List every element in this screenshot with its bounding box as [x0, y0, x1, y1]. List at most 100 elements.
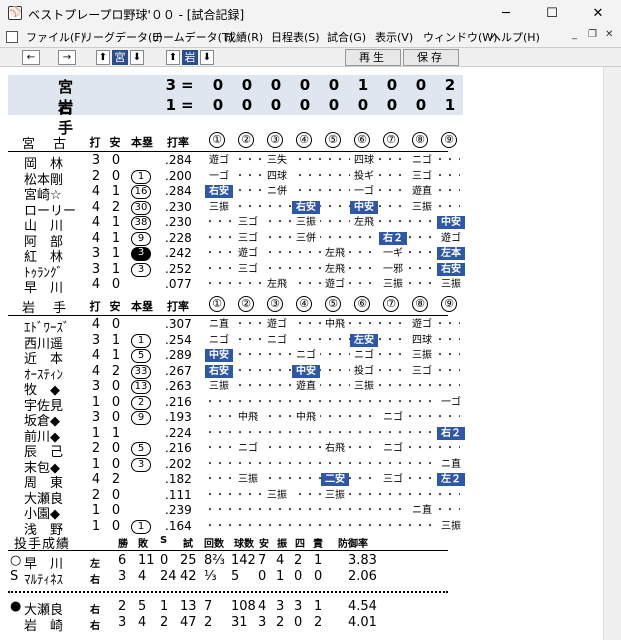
header-avg: 打率 — [167, 300, 189, 313]
menu-schedule[interactable]: 日程表(S) — [271, 29, 320, 45]
menu-file[interactable]: ファイル(F) — [26, 29, 85, 45]
batting-average: .263 — [165, 379, 192, 393]
plate-appearance-result: 遊ゴ — [321, 278, 349, 291]
menu-stats[interactable]: 成績(R) — [225, 29, 263, 45]
menu-team-data[interactable]: チームデータ(T) — [152, 29, 233, 45]
plate-appearance-result: ニゴ — [205, 333, 233, 347]
plate-appearance-result: 四球 — [350, 154, 378, 167]
inning-score: 0 — [299, 96, 311, 114]
home-run-count: 2 — [131, 395, 151, 410]
pitching-stat: 5 — [231, 569, 240, 584]
pitching-header: S — [160, 535, 168, 546]
mdi-restore-button[interactable]: ❐ — [588, 29, 597, 40]
throwing-hand: 右 — [90, 621, 100, 632]
team1-down-button[interactable]: ⬇ — [130, 50, 144, 65]
game-record-panel: 宮古 3 = 0 0 0 0 0 1 0 0 2 岩手 1 = 0 0 0 0 … — [0, 67, 603, 640]
home-run-count: 9 — [131, 231, 151, 246]
scoreboard-equals: = — [181, 96, 194, 114]
team2-up-button[interactable]: ⬆ — [166, 50, 180, 65]
pitching-stat: 31 — [231, 615, 248, 630]
hits: 0 — [111, 456, 121, 472]
plate-appearance-result: 三振 — [408, 349, 436, 362]
batting-average: .284 — [165, 153, 192, 167]
hits: 0 — [111, 277, 121, 292]
at-bats: 2 — [91, 487, 101, 503]
plate-appearance-result: 三ゴ — [234, 262, 262, 276]
plate-appearance-result: 四球 — [263, 169, 291, 183]
menu-view[interactable]: 表示(V) — [375, 29, 413, 45]
pitching-header: 回数 — [204, 539, 224, 550]
menu-league-data[interactable]: リーグデータ(L) — [82, 29, 163, 45]
plate-appearance-result: 遊ゴ — [263, 318, 291, 331]
pitching-stat: 0 — [258, 569, 267, 584]
hits: 0 — [111, 168, 121, 184]
minimize-button[interactable]: ─ — [483, 0, 529, 28]
hits: 1 — [111, 348, 121, 363]
plate-appearance-result: 四球 — [408, 333, 436, 347]
pitching-header: 安 — [259, 539, 269, 550]
pitcher-result-mark: ○ — [10, 553, 22, 568]
player-row: ローリー4230.230・・・・・・・・・・・・・・・・・・・・・・・・・・・・… — [0, 200, 603, 219]
player-row: 大瀬良20.111・・・・・・・・・・・・・・・・・・・・・・・・・・・・・・・… — [0, 487, 603, 507]
player-row: 山 川4138.230・・・・・・・・・・・・・・・・・・・・・・・・・・・・・… — [0, 215, 603, 234]
player-row: 前川◆11.224・・・・・・・・・・・・・・・・・・・・・・・・・・・・・・・… — [0, 425, 603, 445]
at-bats: 3 — [91, 246, 101, 261]
menu-bar: ファイル(F) リーグデータ(L) チームデータ(T) 成績(R) 日程表(S)… — [0, 28, 621, 46]
at-bats: 1 — [91, 503, 101, 518]
plate-appearance-result: 左飛 — [263, 278, 291, 291]
at-bats: 4 — [91, 317, 101, 332]
next-game-button[interactable]: → — [58, 50, 76, 65]
prev-game-button[interactable]: ← — [22, 50, 40, 65]
player-row: 坂倉◆309.193・・・・・・・・・・・・・・・・・・・・・・・・・・・・・・… — [0, 410, 603, 429]
plate-appearance-result: 右安 — [205, 364, 233, 378]
player-row: 小園◆10.239・・・・・・・・・・・・・・・・・・・・・・・・・・・・・・・… — [0, 503, 603, 522]
mdi-minimize-button[interactable]: _ — [572, 29, 577, 40]
replay-button[interactable]: 再生 — [345, 49, 401, 66]
plate-appearance-result: ニゴ — [292, 349, 320, 362]
batting-average: .230 — [165, 215, 192, 229]
team1-up-button[interactable]: ⬆ — [96, 50, 110, 65]
plate-appearance-result: 遊ゴ — [408, 318, 436, 331]
home-run-count: 30 — [131, 200, 151, 215]
pitching-stat: 2 — [294, 553, 303, 568]
hits: 1 — [111, 184, 121, 199]
plate-appearance-result: 三振 — [350, 380, 378, 393]
at-bats: 4 — [91, 472, 101, 487]
pitching-stat: 8⅔ — [204, 553, 225, 568]
batting-average: .239 — [165, 503, 192, 517]
team-name-heading: 岩手 — [22, 301, 85, 316]
header-at-bats: 打 — [89, 300, 101, 313]
pitching-stat: 25 — [180, 553, 197, 568]
vertical-scrollbar[interactable] — [603, 67, 621, 640]
team2-down-button[interactable]: ⬇ — [200, 50, 214, 65]
plate-appearance-result: 三ゴ — [379, 473, 407, 486]
team2-toggle[interactable]: 岩 — [182, 50, 198, 65]
team1-toggle[interactable]: 宮 — [112, 50, 128, 65]
plate-appearance-result: 中飛 — [234, 411, 262, 424]
batting-average: .307 — [165, 317, 192, 331]
inning-score: 2 — [444, 76, 456, 94]
player-row: 紅 林313.242・・・・・・・・・・・・・・・・・・・・・・・・・・・・・・… — [0, 246, 603, 265]
plate-appearance-result: 一邪 — [379, 262, 407, 276]
document-icon[interactable] — [6, 31, 18, 43]
inning-number: ④ — [296, 132, 312, 148]
inning-number: ⑨ — [441, 296, 457, 312]
menu-help[interactable]: ヘルプ(H) — [490, 29, 540, 45]
menu-game[interactable]: 試合(G) — [327, 29, 366, 45]
plate-appearance-result: 三振 — [437, 278, 465, 291]
close-button[interactable]: ✕ — [575, 0, 621, 28]
at-bats: 4 — [91, 277, 101, 292]
plate-appearance-result: ニ直 — [205, 318, 233, 331]
menu-window[interactable]: ウィンドウ(W) — [423, 29, 497, 45]
mdi-close-button[interactable]: ✕ — [605, 29, 613, 40]
pitching-stat: 6 — [118, 553, 127, 568]
pitching-stat: 13 — [180, 599, 197, 614]
hits: 1 — [111, 425, 121, 441]
plate-appearance-result: ニゴ — [350, 349, 378, 362]
inning-score: 0 — [299, 76, 311, 94]
maximize-button[interactable]: ☐ — [529, 0, 575, 28]
save-button[interactable]: 保存 — [403, 49, 459, 66]
hits: 1 — [111, 261, 121, 277]
plate-appearance-result: 左安 — [350, 333, 378, 347]
player-row: 辰 己205.216・・・・・・・・・・・・・・・・・・・・・・・・・・・・・・… — [0, 441, 603, 460]
